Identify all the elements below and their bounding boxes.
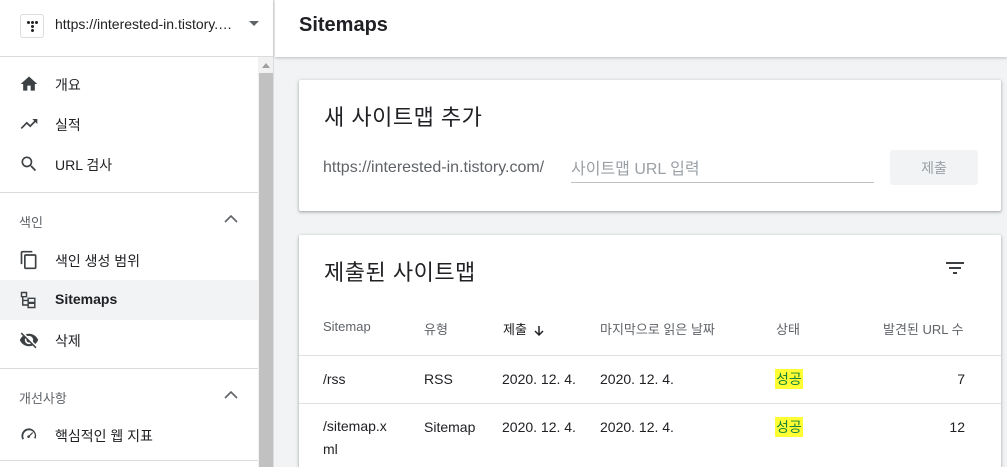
discovered-urls-cell: 12 bbox=[949, 419, 965, 435]
nav-item-label: 색인 생성 범위 bbox=[55, 253, 141, 269]
column-header-discovered-urls[interactable]: 발견된 URL 수 bbox=[883, 319, 964, 338]
section-header-index[interactable]: 색인 bbox=[0, 200, 258, 240]
section-label: 색인 bbox=[19, 215, 43, 230]
row-divider bbox=[299, 355, 1001, 356]
column-header-status[interactable]: 상태 bbox=[776, 319, 800, 338]
property-selector[interactable]: https://interested-in.tistory.c... bbox=[0, 0, 273, 57]
status-badge: 성공 bbox=[775, 417, 803, 437]
nav-item-removals[interactable]: 삭제 bbox=[0, 320, 258, 360]
column-header-label: 제출 bbox=[503, 322, 527, 337]
row-divider bbox=[299, 403, 1001, 404]
submitted-date-cell: 2020. 12. 4. bbox=[502, 419, 576, 435]
nav-item-label: 삭제 bbox=[55, 333, 81, 349]
divider bbox=[0, 192, 258, 193]
copy-icon bbox=[20, 250, 37, 270]
column-header-last-read[interactable]: 마지막으로 읽은 날짜 bbox=[600, 319, 715, 338]
property-logo-icon bbox=[20, 14, 44, 38]
column-header-sitemap[interactable]: Sitemap bbox=[323, 319, 371, 334]
scrollbar-thumb[interactable] bbox=[259, 73, 273, 467]
submitted-sitemaps-title: 제출된 사이트맵 bbox=[324, 260, 476, 285]
column-header-type[interactable]: 유형 bbox=[424, 319, 448, 338]
nav-menu: 개요 실적 URL 검사 색인 색인 생성 범위 Sitemaps 삭제 개선사… bbox=[0, 57, 258, 467]
property-url: https://interested-in.tistory.c... bbox=[55, 16, 233, 32]
filter-icon[interactable] bbox=[943, 256, 967, 280]
status-badge: 성공 bbox=[775, 369, 803, 389]
sitemap-cell: /rss bbox=[323, 371, 346, 387]
nav-item-label: Sitemaps bbox=[55, 291, 118, 307]
divider bbox=[0, 460, 258, 461]
nav-item-coverage[interactable]: 색인 생성 범위 bbox=[0, 240, 258, 280]
visibility-off-icon bbox=[19, 332, 39, 349]
sitemap-url-input[interactable] bbox=[571, 158, 874, 183]
nav-item-label: 개요 bbox=[55, 77, 81, 93]
section-header-enhancements[interactable]: 개선사항 bbox=[0, 376, 258, 416]
sidebar-scrollbar[interactable] bbox=[258, 57, 273, 467]
type-cell: Sitemap bbox=[424, 419, 476, 435]
last-read-date-cell: 2020. 12. 4. bbox=[600, 419, 674, 435]
chevron-up-icon bbox=[224, 390, 238, 399]
nav-item-label: 핵심적인 웹 지표 bbox=[55, 428, 153, 444]
search-icon bbox=[21, 156, 37, 172]
submit-sitemap-button[interactable]: 제출 bbox=[890, 150, 978, 185]
discovered-urls-cell: 7 bbox=[957, 371, 965, 387]
speed-gauge-icon bbox=[21, 428, 37, 440]
nav-item-core-web-vitals[interactable]: 핵심적인 웹 지표 bbox=[0, 415, 258, 455]
nav-item-performance[interactable]: 실적 bbox=[0, 104, 258, 144]
section-label: 개선사항 bbox=[19, 391, 67, 406]
sidebar: https://interested-in.tistory.c... 개요 실적… bbox=[0, 0, 274, 467]
add-sitemap-card: 새 사이트맵 추가 https://interested-in.tistory.… bbox=[299, 80, 1001, 211]
page-header: Sitemaps bbox=[275, 0, 1007, 57]
nav-item-label: URL 검사 bbox=[55, 157, 113, 173]
type-cell: RSS bbox=[424, 371, 453, 387]
column-header-submitted[interactable]: 제출 bbox=[503, 319, 545, 338]
nav-item-label: 실적 bbox=[55, 117, 81, 133]
add-sitemap-title: 새 사이트맵 추가 bbox=[324, 105, 483, 130]
divider bbox=[0, 368, 258, 369]
arrow-down-icon bbox=[534, 325, 544, 336]
nav-item-sitemaps[interactable]: Sitemaps bbox=[0, 280, 258, 320]
nav-item-url-inspection[interactable]: URL 검사 bbox=[0, 144, 258, 184]
sitemap-icon bbox=[20, 291, 36, 309]
submitted-sitemaps-card: 제출된 사이트맵 Sitemap 유형 제출 마지막으로 읽은 날짜 상태 발견… bbox=[299, 235, 1001, 467]
dropdown-caret-icon bbox=[249, 21, 259, 26]
sitemap-url-prefix: https://interested-in.tistory.com/ bbox=[323, 159, 545, 176]
chevron-up-icon bbox=[224, 214, 238, 223]
home-icon bbox=[20, 76, 38, 91]
trending-up-icon bbox=[20, 119, 38, 129]
submitted-date-cell: 2020. 12. 4. bbox=[502, 371, 576, 387]
nav-item-overview[interactable]: 개요 bbox=[0, 64, 258, 104]
scroll-up-arrow-icon[interactable] bbox=[262, 63, 270, 68]
last-read-date-cell: 2020. 12. 4. bbox=[600, 371, 674, 387]
sitemap-cell: /sitemap.xml bbox=[323, 418, 387, 457]
page-title: Sitemaps bbox=[299, 14, 388, 36]
